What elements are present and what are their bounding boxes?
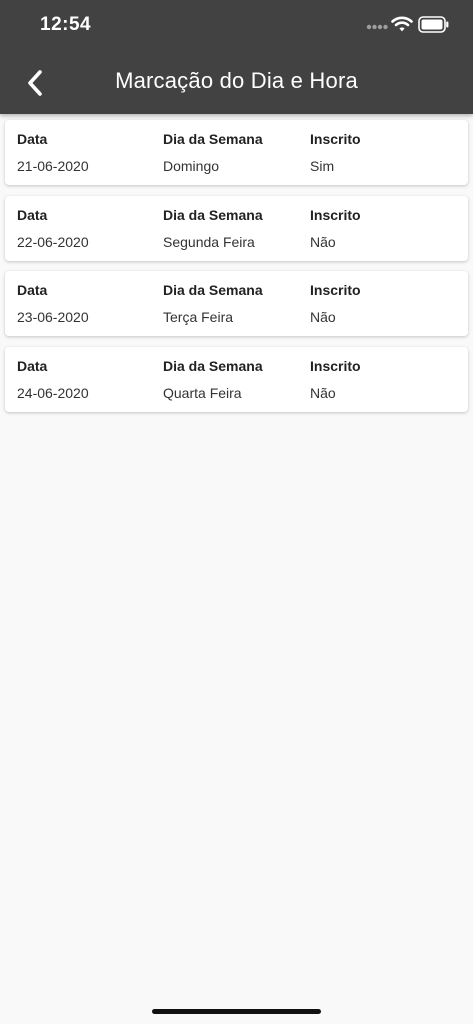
list-item[interactable]: Data Dia da Semana Inscrito 24-06-2020 Q… (5, 346, 468, 412)
wifi-icon (391, 16, 413, 32)
enrolled-header: Inscrito (310, 131, 361, 147)
weekday-value: Segunda Feira (163, 233, 255, 250)
weekday-value: Terça Feira (163, 309, 234, 325)
home-indicator[interactable] (152, 1009, 321, 1014)
weekday-header: Dia da Semana (163, 357, 263, 374)
date-header: Data (17, 282, 48, 298)
date-header: Data (17, 206, 48, 223)
enrolled-value: Não (310, 233, 336, 250)
weekday-header: Dia da Semana (163, 206, 263, 223)
list-item[interactable]: Data Dia da Semana Inscrito 23-06-2020 T… (5, 271, 468, 336)
enrolled-value: Não (310, 384, 336, 401)
weekday-value: Domingo (163, 158, 220, 174)
enrolled-header: Inscrito (310, 282, 361, 298)
signal-icon (366, 24, 388, 30)
list-item[interactable]: Data Dia da Semana Inscrito 22-06-2020 S… (5, 195, 468, 261)
date-value: 24-06-2020 (17, 384, 89, 401)
date-value: 22-06-2020 (17, 233, 89, 250)
battery-icon (418, 16, 449, 33)
enrolled-value: Não (310, 309, 336, 325)
status-time: 12:54 (40, 14, 92, 35)
page-title: Marcação do Dia e Hora (115, 68, 358, 93)
schedule-list: Data Dia da Semana Inscrito 21-06-2020 D… (5, 120, 468, 422)
enrolled-header: Inscrito (310, 357, 361, 374)
enrolled-header: Inscrito (310, 206, 361, 223)
app-header: 12:54 Marcação do Dia e Hora (0, 0, 473, 114)
weekday-header: Dia da Semana (163, 282, 263, 298)
list-item[interactable]: Data Dia da Semana Inscrito 21-06-2020 D… (5, 120, 468, 185)
date-value: 21-06-2020 (17, 158, 89, 174)
weekday-header: Dia da Semana (163, 131, 263, 147)
weekday-value: Quarta Feira (163, 384, 242, 401)
date-header: Data (17, 357, 48, 374)
enrolled-value: Sim (310, 158, 335, 174)
date-value: 23-06-2020 (17, 309, 89, 325)
date-header: Data (17, 131, 48, 147)
